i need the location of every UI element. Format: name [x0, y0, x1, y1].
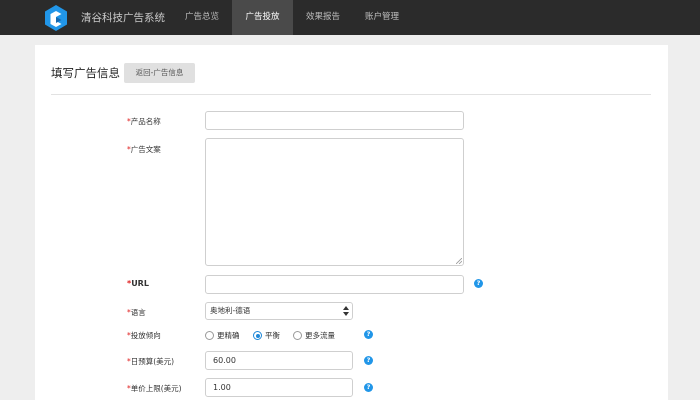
- page-title: 填写广告信息: [51, 66, 120, 80]
- nav-ad-placement[interactable]: 广告投放: [232, 0, 293, 35]
- help-icon[interactable]: ?: [474, 279, 483, 288]
- language-selected-value: 奥地利-德语: [210, 306, 251, 315]
- max-cpc-input[interactable]: [205, 378, 353, 397]
- radio-balanced-label[interactable]: 平衡: [265, 330, 280, 341]
- ad-copy-textarea[interactable]: [205, 138, 464, 266]
- nav-performance-report[interactable]: 效果报告: [293, 0, 353, 35]
- url-input[interactable]: [205, 275, 464, 294]
- help-icon[interactable]: ?: [364, 383, 373, 392]
- language-label: *语言: [127, 308, 146, 317]
- nav-ad-overview[interactable]: 广告总览: [172, 0, 232, 35]
- nav-account-management[interactable]: 账户管理: [353, 0, 411, 35]
- product-name-label: *产品名称: [127, 117, 161, 126]
- logo-icon[interactable]: [44, 5, 68, 31]
- url-label: *URL: [127, 279, 149, 288]
- daily-budget-label: *日预算(美元): [127, 357, 175, 366]
- radio-more-precise-label[interactable]: 更精确: [217, 330, 240, 341]
- divider: [51, 94, 651, 95]
- top-navbar: 清谷科技广告系统 广告总览 广告投放 效果报告 账户管理: [0, 0, 700, 35]
- help-icon[interactable]: ?: [364, 356, 373, 365]
- ad-copy-label: *广告文案: [127, 145, 161, 154]
- daily-budget-input[interactable]: [205, 351, 353, 370]
- product-name-input[interactable]: [205, 111, 464, 130]
- bias-label: *投放倾向: [127, 331, 161, 340]
- radio-more-traffic-label[interactable]: 更多流量: [305, 330, 335, 341]
- radio-balanced[interactable]: [253, 331, 262, 340]
- radio-more-traffic[interactable]: [293, 331, 302, 340]
- language-select[interactable]: 奥地利-德语: [205, 302, 353, 320]
- select-arrows-icon: [343, 306, 349, 316]
- resize-grip-icon[interactable]: [456, 258, 462, 264]
- brand-name: 清谷科技广告系统: [81, 12, 165, 24]
- radio-more-precise[interactable]: [205, 331, 214, 340]
- help-icon[interactable]: ?: [364, 330, 373, 339]
- max-cpc-label: *单价上限(美元): [127, 384, 182, 393]
- back-button[interactable]: 返回-广告信息: [124, 63, 195, 83]
